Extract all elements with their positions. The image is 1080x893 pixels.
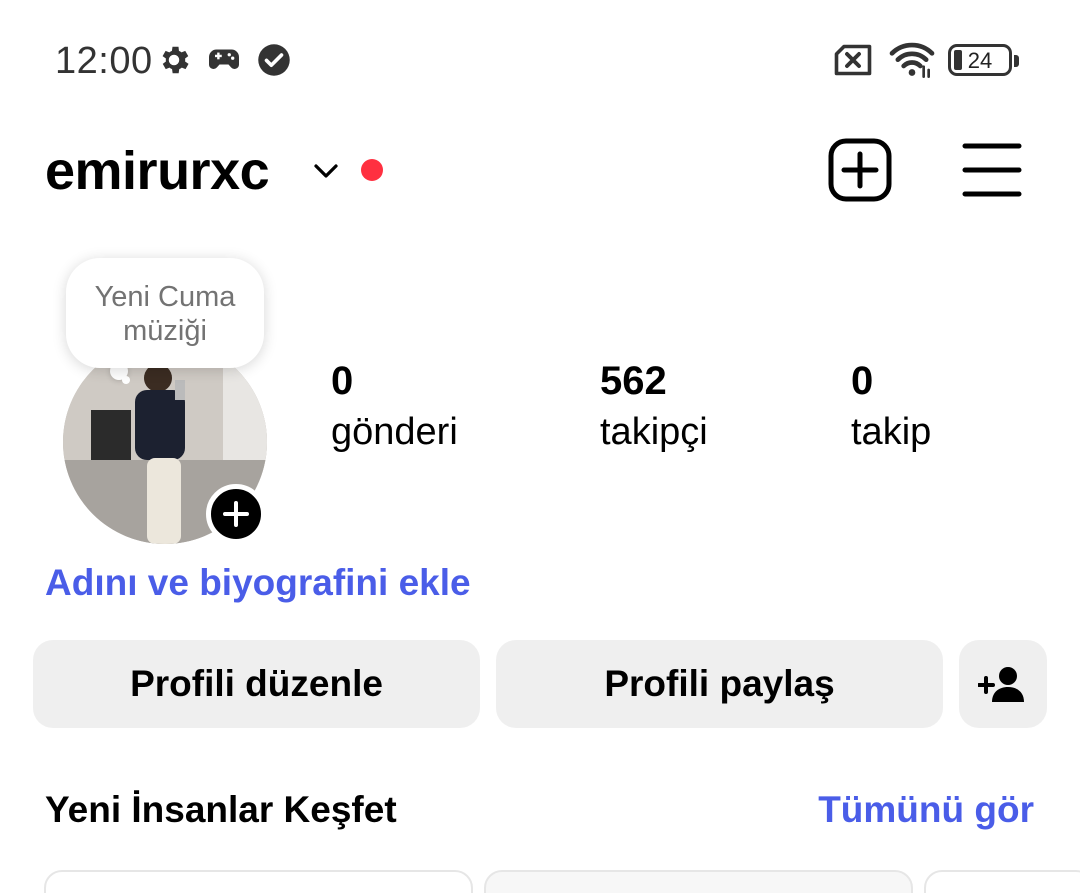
note-bubble-tail-small — [122, 376, 130, 384]
discover-title: Yeni İnsanlar Keşfet — [45, 789, 397, 830]
stat-following[interactable]: 0 takip — [851, 358, 931, 460]
note-bubble[interactable]: Yeni Cuma müziği — [66, 258, 264, 368]
stat-followers-label: takipçi — [600, 411, 708, 453]
status-bar: 12:00 24 — [0, 0, 1080, 120]
check-circle-icon — [258, 44, 290, 76]
stat-following-count: 0 — [851, 359, 874, 403]
battery-level: 24 — [967, 48, 993, 73]
plus-icon — [223, 501, 249, 527]
no-sim-icon — [834, 44, 872, 76]
gear-icon — [162, 46, 189, 74]
note-text: Yeni Cuma müziği — [94, 281, 236, 347]
status-time: 12:00 — [55, 40, 153, 82]
stat-posts-label: gönderi — [331, 411, 458, 453]
stat-followers-count: 562 — [600, 359, 667, 403]
add-bio-link[interactable]: Adını ve biyografini ekle — [45, 562, 471, 604]
profile-username[interactable]: emirurxc — [45, 140, 270, 202]
edit-profile-label: Profili düzenle — [130, 663, 383, 704]
notification-dot — [361, 159, 383, 181]
battery-indicator: 24 — [948, 44, 1019, 76]
see-all-link[interactable]: Tümünü gör — [818, 789, 1034, 831]
new-post-icon[interactable] — [828, 138, 892, 202]
add-person-icon — [978, 667, 1024, 702]
edit-profile-button[interactable]: Profili düzenle — [33, 640, 480, 728]
share-profile-label: Profili paylaş — [604, 663, 835, 704]
gamepad-icon — [209, 49, 239, 69]
wifi-icon — [889, 42, 935, 78]
discover-people-button[interactable] — [959, 640, 1047, 728]
suggestion-card[interactable] — [924, 870, 1080, 893]
suggestion-card[interactable] — [484, 870, 913, 893]
stat-following-label: takip — [851, 411, 932, 453]
stat-posts[interactable]: 0 gönderi — [331, 358, 458, 460]
share-profile-button[interactable]: Profili paylaş — [496, 640, 943, 728]
suggestion-card[interactable] — [44, 870, 473, 893]
stat-followers[interactable]: 562 takipçi — [600, 358, 708, 460]
stat-posts-count: 0 — [331, 359, 354, 403]
add-story-button[interactable] — [206, 484, 266, 544]
menu-icon[interactable] — [960, 138, 1024, 202]
chevron-down-icon[interactable] — [311, 156, 341, 186]
